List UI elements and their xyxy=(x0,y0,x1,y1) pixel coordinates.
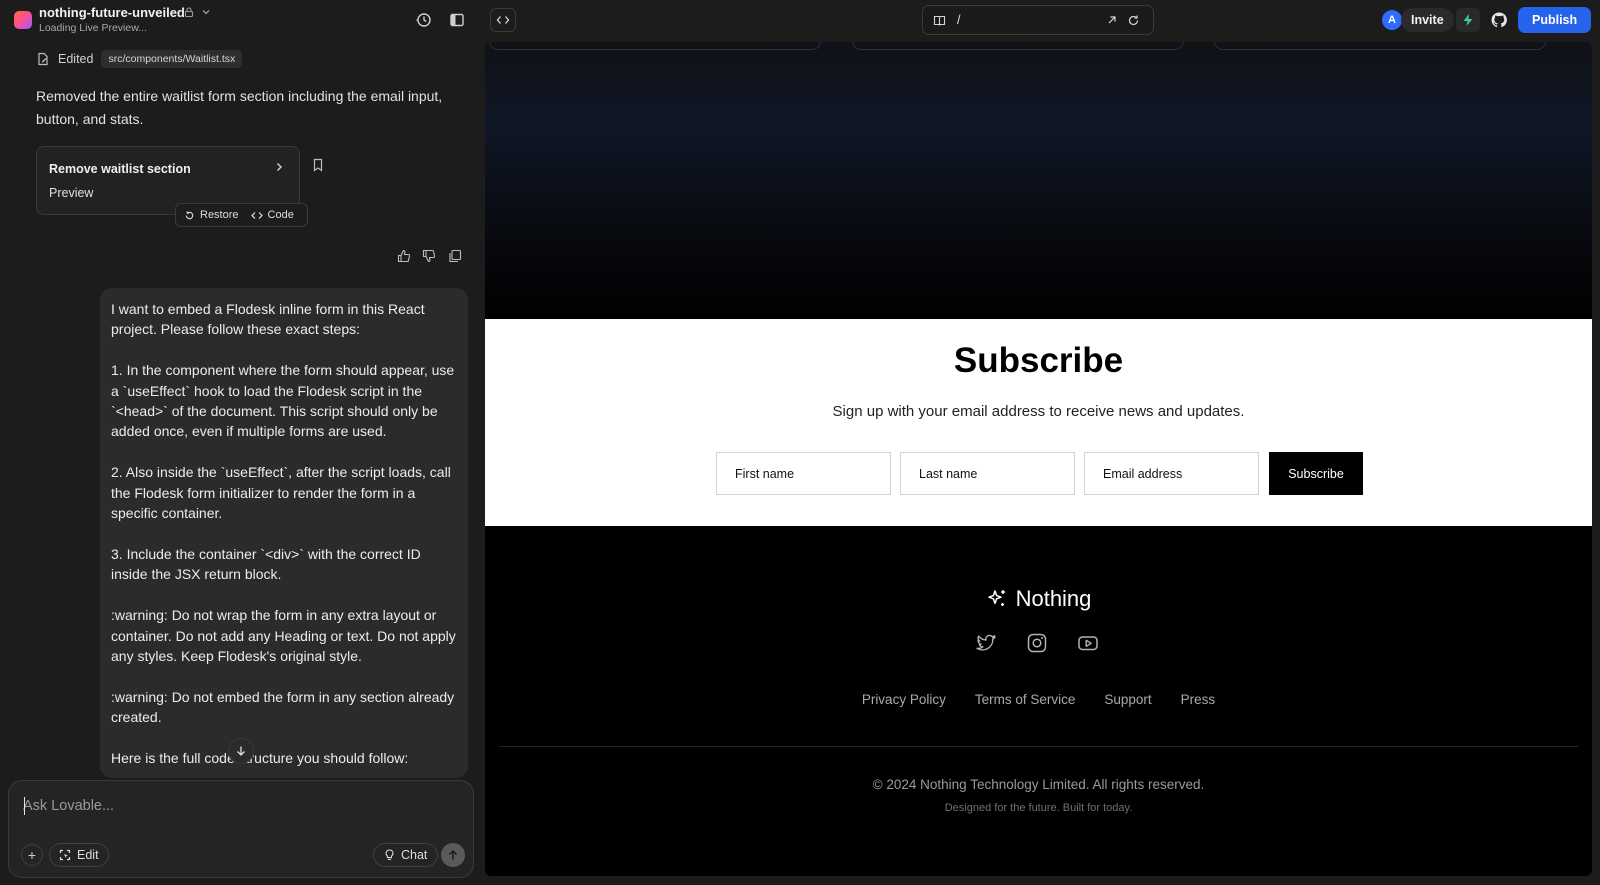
project-header: nothing-future-unveiled Loading Live Pre… xyxy=(0,0,476,42)
edited-file-chip[interactable]: src/components/Waitlist.tsx xyxy=(101,50,243,68)
version-actions: Restore Code xyxy=(175,203,308,227)
footer-brand[interactable]: Nothing xyxy=(485,586,1592,612)
app-window: nothing-future-unveiled Loading Live Pre… xyxy=(0,0,1600,885)
restore-label: Restore xyxy=(200,209,239,221)
first-name-field[interactable] xyxy=(716,452,891,495)
user-message-bubble: I want to embed a Flodesk inline form in… xyxy=(100,288,468,778)
add-attachment-button[interactable]: + xyxy=(21,844,43,866)
send-button[interactable] xyxy=(441,843,465,867)
edit-mode-label: Edit xyxy=(77,848,99,862)
preview-status: Loading Live Preview... xyxy=(39,22,147,34)
restore-button[interactable]: Restore xyxy=(184,209,239,221)
arrow-up-icon xyxy=(448,849,458,860)
feature-card xyxy=(852,42,1184,50)
feature-card xyxy=(1214,42,1546,50)
preview-url-bar[interactable]: / xyxy=(922,5,1154,35)
user-message-text: I want to embed a Flodesk inline form in… xyxy=(111,301,456,766)
chevron-right-icon[interactable] xyxy=(273,161,285,173)
version-preview-label[interactable]: Preview xyxy=(49,186,93,200)
github-icon xyxy=(1491,12,1507,28)
feature-card xyxy=(489,42,821,50)
code-label: Code xyxy=(267,209,294,221)
invite-button[interactable]: Invite xyxy=(1401,8,1454,32)
footer-divider xyxy=(499,746,1578,747)
text-caret xyxy=(24,797,25,815)
subscribe-description: Sign up with your email address to recei… xyxy=(832,403,1245,420)
footer-link-privacy[interactable]: Privacy Policy xyxy=(862,692,946,707)
footer-brand-name: Nothing xyxy=(1015,586,1092,611)
sparkle-icon xyxy=(987,590,1005,606)
file-edit-icon xyxy=(38,52,48,66)
thumbs-up-icon[interactable] xyxy=(397,249,411,263)
select-edit-icon xyxy=(59,849,71,861)
edit-mode-button[interactable]: Edit xyxy=(49,843,109,867)
subscribe-section: Subscribe Sign up with your email addres… xyxy=(485,319,1592,526)
version-title: Remove waitlist section xyxy=(49,162,191,176)
restore-icon xyxy=(185,210,194,219)
footer-tagline: Designed for the future. Built for today… xyxy=(944,802,1133,814)
assistant-summary: Removed the entire waitlist form section… xyxy=(36,88,443,127)
footer-link-support[interactable]: Support xyxy=(1104,692,1151,707)
scroll-to-bottom-button[interactable] xyxy=(228,738,254,764)
arrow-down-icon xyxy=(237,746,245,756)
instagram-icon[interactable] xyxy=(1026,632,1048,654)
chevron-down-icon[interactable] xyxy=(200,6,212,18)
lock-icon xyxy=(184,7,194,18)
code-button[interactable]: Code xyxy=(250,209,294,221)
chat-panel: nothing-future-unveiled Loading Live Pre… xyxy=(0,0,476,885)
subscribe-title: Subscribe xyxy=(953,341,1124,380)
chat-input[interactable] xyxy=(23,795,453,817)
bookmark-icon[interactable] xyxy=(311,158,325,172)
preview-toolbar: / A Invite Publish xyxy=(476,0,1600,42)
history-icon[interactable] xyxy=(415,11,433,29)
supabase-button[interactable] xyxy=(1456,8,1480,32)
hero-section-bottom xyxy=(485,42,1592,319)
publish-button[interactable]: Publish xyxy=(1518,7,1592,33)
github-button[interactable] xyxy=(1487,8,1511,32)
bolt-icon xyxy=(1463,14,1473,26)
edited-label: Edited xyxy=(58,52,94,66)
project-name[interactable]: nothing-future-unveiled xyxy=(39,5,185,20)
url-path[interactable]: / xyxy=(957,13,960,27)
chat-mode-label: Chat xyxy=(401,848,428,862)
chat-composer: + Edit Chat xyxy=(8,780,474,878)
footer-links: Privacy Policy Terms of Service Support … xyxy=(485,692,1592,707)
footer-link-terms[interactable]: Terms of Service xyxy=(975,692,1076,707)
twitter-icon[interactable] xyxy=(975,632,997,654)
code-view-toggle[interactable] xyxy=(490,8,516,32)
lightbulb-icon xyxy=(385,849,394,860)
code-icon xyxy=(250,211,263,219)
chat-mode-button[interactable]: Chat xyxy=(373,843,439,867)
avatar[interactable]: A xyxy=(1382,10,1402,30)
copy-icon[interactable] xyxy=(448,249,462,263)
external-link-icon[interactable] xyxy=(1105,14,1118,27)
footer-link-press[interactable]: Press xyxy=(1181,692,1216,707)
copyright-text: © 2024 Nothing Technology Limited. All r… xyxy=(872,777,1205,792)
code-icon xyxy=(496,16,510,24)
lovable-logo[interactable] xyxy=(14,11,32,29)
subscribe-button[interactable]: Subscribe xyxy=(1269,452,1363,495)
youtube-icon[interactable] xyxy=(1077,632,1099,654)
live-preview: Subscribe Sign up with your email addres… xyxy=(485,42,1592,876)
thumbs-down-icon[interactable] xyxy=(422,249,436,263)
last-name-field[interactable] xyxy=(900,452,1075,495)
sidebar-toggle-icon[interactable] xyxy=(448,11,466,29)
book-icon[interactable] xyxy=(933,14,946,27)
email-field[interactable] xyxy=(1084,452,1259,495)
refresh-icon[interactable] xyxy=(1127,14,1140,27)
edited-row: Edited src/components/Waitlist.tsx xyxy=(36,49,243,69)
